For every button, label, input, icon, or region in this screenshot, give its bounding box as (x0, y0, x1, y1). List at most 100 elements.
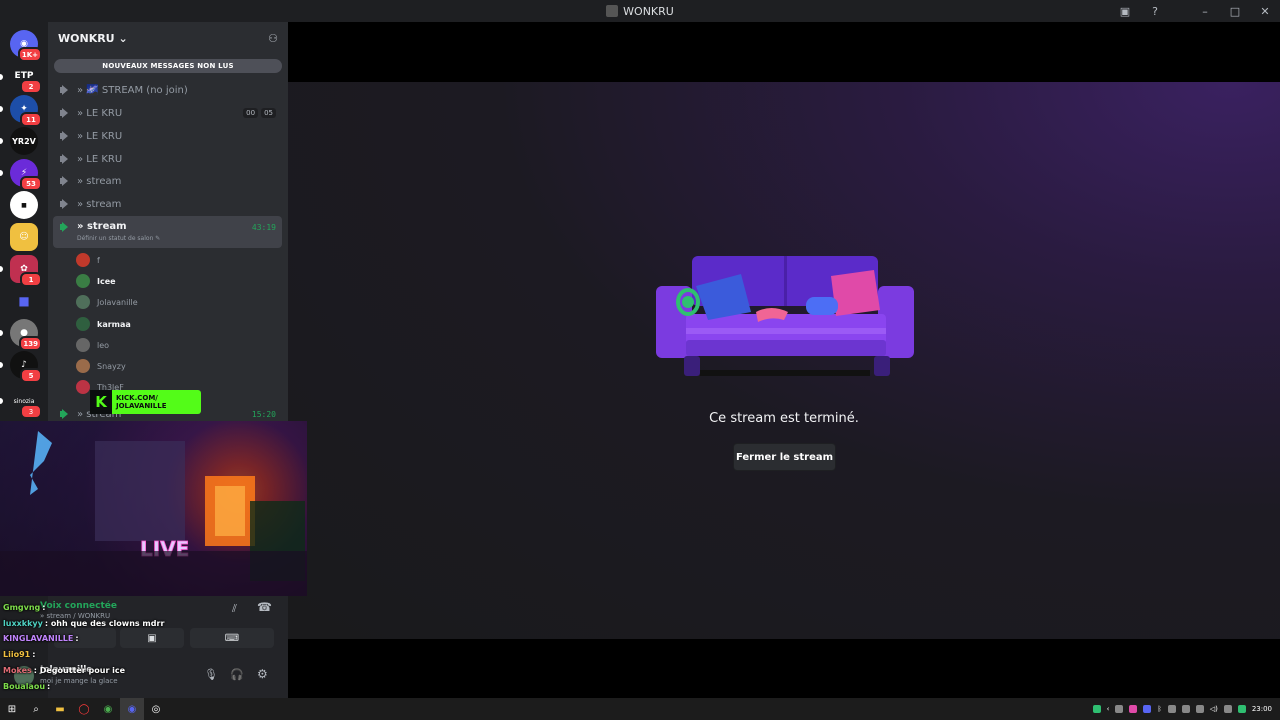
unread-pill (0, 106, 3, 112)
tray-app-icon[interactable] (1181, 705, 1190, 713)
system-tray: ‹ ᛒ ◁) 23:00 (1092, 698, 1272, 720)
channel-name: » 🌌 STREAM (no join) (77, 84, 188, 96)
windows-start-icon[interactable]: ⊞ (0, 698, 24, 720)
volume-icon[interactable]: ◁) (1210, 705, 1218, 713)
guild-header[interactable]: WONKRU ⌄ ⚇ (48, 22, 288, 54)
settings-gear-icon[interactable]: ⚙ (257, 667, 268, 681)
speaker-icon (59, 221, 71, 233)
chrome-icon[interactable]: ◉ (96, 698, 120, 720)
server-france[interactable]: ■ (10, 191, 38, 219)
chat-message: : (47, 682, 51, 691)
kick-logo-icon: K (90, 390, 112, 414)
channel-name: » LE KRU (77, 130, 123, 142)
chat-line: Mokes: Degoutter pour ice (3, 666, 125, 675)
chevron-icon[interactable]: ‹ (1107, 705, 1110, 713)
speaker-icon (59, 107, 71, 119)
stream-duration: 43:19 (251, 223, 276, 232)
voice-user[interactable]: karmaa (76, 314, 131, 334)
share-screen-button[interactable]: ▣ (120, 628, 184, 648)
noise-suppression-icon[interactable]: ⫽ (232, 602, 237, 616)
voice-channel[interactable]: » stream (53, 193, 282, 215)
channel-name: » stream (77, 175, 122, 187)
guild-name: WONKRU ⌄ (58, 31, 128, 45)
discord-taskbar-icon[interactable]: ◉ (120, 698, 144, 720)
server-7[interactable]: ✿ 1 (10, 255, 42, 287)
tray-app-icon[interactable] (1115, 705, 1124, 713)
headphones-icon[interactable]: 🎧 (230, 668, 244, 681)
server-9[interactable]: ● 139 (10, 319, 42, 351)
server-sinozia[interactable]: sinozia 3 (10, 387, 42, 419)
speaker-icon (59, 198, 71, 210)
channel-name: » LE KRU (77, 153, 123, 165)
stream-ended-message: Ce stream est terminé. (709, 411, 859, 426)
speaker-icon (59, 130, 71, 142)
tray-app-icon[interactable] (1223, 705, 1232, 713)
close-button[interactable]: ✕ (1250, 0, 1280, 22)
chat-line: Liio91: (3, 650, 35, 659)
chat-line: KINGLAVANILLE: (3, 634, 79, 643)
notification-badge: 11 (20, 112, 42, 127)
speaker-icon (59, 84, 71, 96)
stream-duration: 15:20 (251, 409, 276, 419)
tray-app-icon[interactable] (1167, 705, 1176, 713)
tray-app-icon[interactable] (1129, 705, 1138, 713)
unread-pill (0, 266, 3, 272)
voice-channel[interactable]: » stream (53, 170, 282, 192)
voice-user[interactable]: f (76, 250, 100, 270)
voice-channel-active[interactable]: » stream 43:19 Définir un statut de salo… (53, 216, 282, 248)
voice-user[interactable]: Snayzy (76, 356, 126, 376)
new-messages-bar[interactable]: NOUVEAUX MESSAGES NON LUS (54, 59, 282, 73)
microphone-icon[interactable]: 🎙 (204, 668, 218, 681)
unread-pill (0, 398, 3, 404)
disconnect-icon[interactable]: ☎ (257, 600, 272, 614)
maximize-button[interactable]: □ (1220, 0, 1250, 22)
user-count: 00 (243, 108, 259, 118)
server-etp[interactable]: ETP 2 (10, 62, 42, 94)
windows-taskbar: ⊞ ⌕ ▬ ◯ ◉ ◉ ◎ ‹ ᛒ ◁) 23:00 (0, 698, 1280, 720)
unread-pill (0, 138, 3, 144)
chat-author: KINGLAVANILLE (3, 634, 74, 643)
server-rail: ◉ 1K+ ETP 2 ✦ 11 YR2V ⚡ 53 ■ ☺ ✿ 1 ■ ● 1… (0, 22, 48, 698)
notification-badge: 139 (19, 336, 42, 351)
clock[interactable]: 23:00 (1252, 705, 1272, 713)
screen-share-icon[interactable]: ▣ (1110, 0, 1140, 22)
add-member-icon[interactable]: ⚇ (268, 32, 278, 45)
server-2[interactable]: ✦ 11 (10, 95, 42, 127)
file-explorer-icon[interactable]: ▬ (48, 698, 72, 720)
tray-app-icon[interactable] (1237, 705, 1246, 713)
direct-messages-button[interactable]: ◉ 1K+ (10, 30, 42, 62)
kick-url-line1: KICK.COM/ (116, 394, 158, 402)
notification-badge: 1K+ (17, 47, 42, 62)
current-user-status: moi je mange la glace (40, 677, 118, 685)
voice-channel[interactable]: » 🌌 STREAM (no join) (53, 79, 282, 101)
voice-user[interactable]: Icee (76, 271, 116, 291)
voice-channel[interactable]: » LE KRU (53, 125, 282, 147)
chat-line: Gmgvng: (3, 603, 45, 612)
stream-footer (288, 639, 1280, 698)
chat-author: Mokes (3, 666, 32, 675)
tray-app-icon[interactable] (1143, 705, 1152, 713)
server-6[interactable]: ☺ (10, 223, 38, 251)
help-icon[interactable]: ? (1140, 0, 1170, 22)
obs-icon[interactable]: ◎ (144, 698, 168, 720)
folder-icon[interactable]: ■ (10, 287, 38, 315)
notification-badge: 5 (20, 368, 42, 383)
set-status-hint[interactable]: Définir un statut de salon ✎ (77, 235, 160, 242)
opera-icon[interactable]: ◯ (72, 698, 96, 720)
voice-channel[interactable]: » LE KRU (53, 148, 282, 170)
server-10[interactable]: ♪ 5 (10, 351, 42, 383)
notification-badge: 3 (20, 404, 42, 419)
voice-user[interactable]: Jolavanille (76, 292, 138, 312)
voice-channel[interactable]: » LE KRU 00 05 (53, 102, 282, 124)
search-icon[interactable]: ⌕ (24, 698, 48, 720)
bluetooth-icon[interactable]: ᛒ (1157, 705, 1161, 713)
server-yr2v[interactable]: YR2V (10, 127, 38, 155)
minimize-button[interactable]: – (1190, 0, 1220, 22)
server-4[interactable]: ⚡ 53 (10, 159, 42, 191)
network-icon[interactable] (1195, 705, 1204, 713)
activities-button[interactable]: ⌨ (190, 628, 274, 648)
close-stream-button[interactable]: Fermer le stream (733, 443, 836, 471)
tray-app-icon[interactable] (1092, 705, 1101, 713)
voice-user[interactable]: leo (76, 335, 109, 355)
